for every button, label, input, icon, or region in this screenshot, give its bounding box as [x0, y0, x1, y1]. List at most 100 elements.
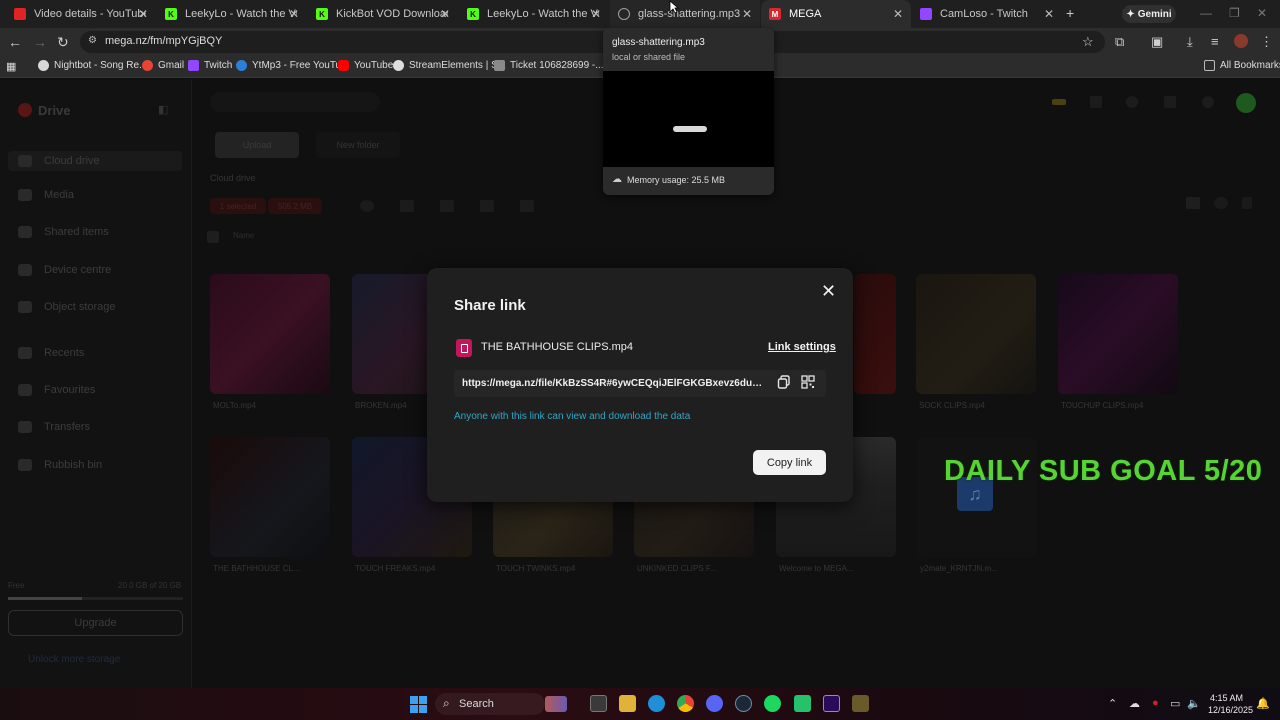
download-icon[interactable]: ⤓: [1187, 34, 1193, 50]
move-toolbar-icon[interactable]: [480, 200, 494, 212]
close-tab-icon[interactable]: ✕: [138, 7, 148, 21]
forward-arrow-icon[interactable]: →: [33, 34, 47, 50]
app-icon-2[interactable]: [852, 695, 869, 712]
close-tab-icon[interactable]: ✕: [893, 7, 903, 21]
sidebar-item-object-storage[interactable]: Object storage: [18, 301, 116, 313]
tab-mega[interactable]: M MEGA ✕: [761, 0, 911, 28]
copy-icon[interactable]: [777, 375, 791, 389]
close-tab-icon[interactable]: ✕: [591, 7, 601, 21]
sidebar-item-recents[interactable]: Recents: [18, 347, 84, 359]
bookmark-ticket[interactable]: Ticket 106828699 -...: [494, 60, 604, 71]
clock-date[interactable]: 12/16/2025: [1208, 705, 1253, 715]
bookmark-youtube[interactable]: YouTube: [338, 60, 393, 71]
sidebar-item-cloud-drive[interactable]: Cloud drive: [8, 151, 182, 171]
qr-code-icon[interactable]: [801, 375, 815, 389]
bookmark-gmail[interactable]: Gmail: [142, 60, 184, 71]
close-tab-icon[interactable]: ✕: [440, 7, 450, 21]
reload-icon[interactable]: ↻: [57, 34, 69, 51]
chat-icon[interactable]: [1126, 96, 1138, 108]
close-tab-icon[interactable]: ✕: [289, 7, 299, 21]
more-options-icon[interactable]: [1242, 197, 1252, 209]
file-tile[interactable]: [210, 437, 330, 557]
transfer-manager-icon[interactable]: [1090, 96, 1102, 108]
reading-list-icon[interactable]: ≡: [1211, 34, 1219, 49]
collapse-sidebar-icon[interactable]: ◧: [158, 103, 168, 116]
upload-button[interactable]: Upload: [215, 132, 299, 158]
file-tile[interactable]: [210, 274, 330, 394]
sidebar-item-device-centre[interactable]: Device centre: [18, 264, 111, 276]
sidebar-item-transfers[interactable]: Transfers: [18, 421, 90, 433]
notifications-icon[interactable]: [1202, 96, 1214, 108]
all-bookmarks[interactable]: All Bookmarks: [1204, 60, 1280, 71]
new-tab-button[interactable]: +: [1066, 5, 1074, 21]
file-tile[interactable]: [854, 274, 896, 394]
link-toolbar-icon[interactable]: [400, 200, 414, 212]
share-toolbar-icon[interactable]: [360, 200, 374, 212]
sidebar-item-rubbish-bin[interactable]: Rubbish bin: [18, 459, 102, 471]
select-all-checkbox[interactable]: [207, 231, 219, 243]
gemini-button[interactable]: ✦ Gemini: [1122, 5, 1176, 23]
sidebar-item-favourites[interactable]: Favourites: [18, 384, 95, 396]
tab-youtube-studio[interactable]: Video details - YouTube Studio ✕: [6, 0, 156, 28]
network-icon[interactable]: ▭: [1170, 697, 1180, 710]
list-view-icon[interactable]: [1186, 197, 1200, 209]
taskbar-search[interactable]: ⌕ Search: [435, 693, 567, 715]
bookmark-nightbot[interactable]: Nightbot - Song Re...: [38, 60, 147, 71]
bookmark-streamelements[interactable]: StreamElements | S...: [393, 60, 506, 71]
notification-bell-icon[interactable]: 🔔: [1256, 697, 1270, 710]
steam-icon[interactable]: [735, 695, 752, 712]
onedrive-icon[interactable]: ☁: [1129, 697, 1140, 710]
apps-grid-icon[interactable]: ▦: [6, 60, 16, 73]
contacts-icon[interactable]: [1164, 96, 1176, 108]
copy-link-button[interactable]: Copy link: [753, 450, 826, 475]
mega-search-bar[interactable]: [210, 92, 380, 112]
restore-icon[interactable]: ❐: [1229, 6, 1240, 20]
close-tab-icon[interactable]: ✕: [1044, 7, 1054, 21]
sort-label[interactable]: Name: [233, 231, 254, 240]
back-arrow-icon[interactable]: ←: [8, 34, 22, 50]
close-tab-icon[interactable]: ✕: [742, 7, 752, 21]
url-text[interactable]: mega.nz/fm/mpYGjBQY: [105, 35, 222, 47]
unlock-storage-link[interactable]: Unlock more storage: [28, 654, 120, 665]
sidebar-item-shared[interactable]: Shared items: [18, 226, 109, 238]
address-bar[interactable]: ⚙ mega.nz/fm/mpYGjBQY ☆: [80, 31, 1105, 53]
share-link-field[interactable]: https://mega.nz/file/KkBzSS4R#6ywCEQqiJE…: [454, 370, 826, 397]
file-tile[interactable]: [1058, 274, 1178, 394]
bookmark-ytmp3[interactable]: YtMp3 - Free YouTu...: [236, 60, 349, 71]
windows-start-icon[interactable]: [410, 696, 427, 713]
file-explorer-icon[interactable]: [619, 695, 636, 712]
tab-leekylo-vod-2[interactable]: K LeekyLo - Watch the VOD on ✕: [459, 0, 609, 28]
tab-leekylo-vod[interactable]: K LeekyLo - Watch the VOD on ✕: [157, 0, 307, 28]
account-avatar-icon[interactable]: [1236, 93, 1256, 113]
delete-toolbar-icon[interactable]: [520, 200, 534, 212]
close-window-icon[interactable]: ✕: [1257, 6, 1267, 20]
premiere-pro-icon[interactable]: [823, 695, 840, 712]
close-icon[interactable]: ✕: [821, 281, 836, 302]
new-folder-button[interactable]: New folder: [316, 132, 400, 158]
app-icon[interactable]: [794, 695, 811, 712]
file-tile[interactable]: [916, 274, 1036, 394]
edit-toolbar-icon[interactable]: [440, 200, 454, 212]
extensions-icon[interactable]: ⧉: [1115, 34, 1124, 50]
info-icon[interactable]: [1214, 197, 1228, 209]
spotify-icon[interactable]: [764, 695, 781, 712]
task-view-icon[interactable]: [590, 695, 607, 712]
tab-search-icon[interactable]: ▣: [1151, 34, 1163, 50]
tab-kickbot[interactable]: K KickBot VOD Downloader ✕: [308, 0, 458, 28]
volume-icon[interactable]: 🔈: [1187, 697, 1201, 710]
link-settings-link[interactable]: Link settings: [768, 341, 836, 353]
profile-avatar-icon[interactable]: [1234, 34, 1248, 48]
bookmark-twitch[interactable]: Twitch: [188, 60, 232, 71]
share-link-text[interactable]: https://mega.nz/file/KkBzSS4R#6ywCEQqiJE…: [462, 378, 767, 389]
minimize-icon[interactable]: —: [1200, 6, 1212, 20]
discord-icon[interactable]: [706, 695, 723, 712]
edge-icon[interactable]: [648, 695, 665, 712]
upgrade-button[interactable]: Upgrade: [8, 610, 183, 636]
chrome-icon[interactable]: [677, 695, 694, 712]
bookmark-star-icon[interactable]: ☆: [1082, 34, 1094, 50]
achievement-icon[interactable]: [1052, 99, 1066, 105]
tray-app-icon[interactable]: ●: [1152, 697, 1159, 709]
clock-time[interactable]: 4:15 AM: [1210, 693, 1243, 703]
sidebar-item-media[interactable]: Media: [18, 189, 74, 201]
more-menu-icon[interactable]: ⋮: [1260, 34, 1273, 50]
